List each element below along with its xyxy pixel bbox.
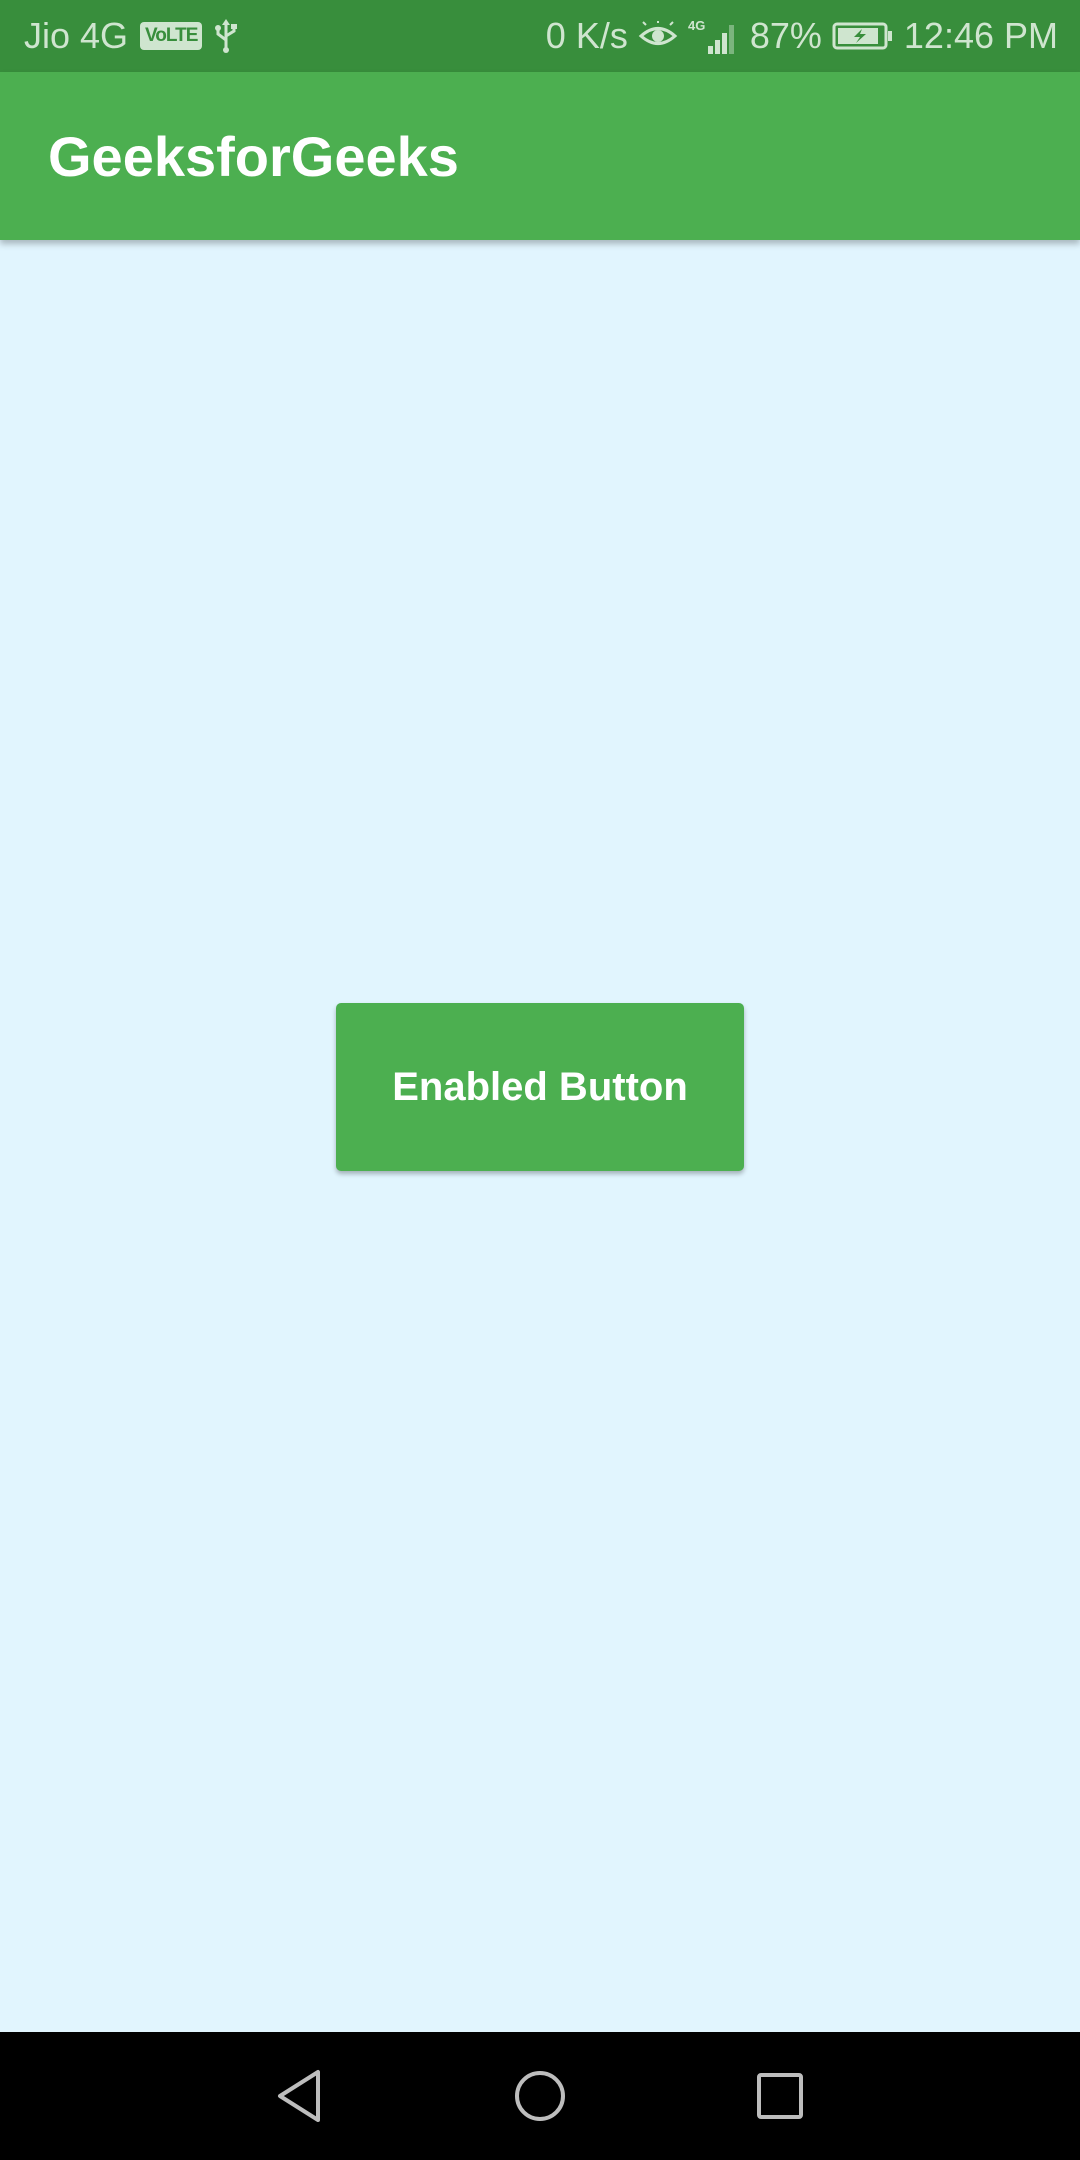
recents-icon[interactable]: [744, 2060, 816, 2132]
enabled-button[interactable]: Enabled Button: [336, 1003, 744, 1171]
navigation-bar: [0, 2032, 1080, 2160]
back-icon[interactable]: [264, 2060, 336, 2132]
clock-label: 12:46 PM: [903, 15, 1058, 56]
main-content: Enabled Button: [0, 240, 1080, 2032]
net-speed-label: 0 K/s: [545, 15, 628, 56]
volte-badge: VoLTE: [140, 22, 203, 50]
status-bar: Jio 4G VoLTE 0 K/s 4G 87% 12:46 PM: [0, 0, 1080, 72]
status-right: 0 K/s 4G 87% 12:46 PM: [546, 0, 1058, 72]
network-type-label: 4G: [688, 18, 705, 33]
signal-icon: 4G: [688, 16, 740, 56]
eye-icon: [638, 21, 678, 51]
home-icon[interactable]: [504, 2060, 576, 2132]
carrier-label: Jio 4G: [24, 15, 129, 56]
status-left: Jio 4G VoLTE: [24, 0, 240, 72]
app-bar: GeeksforGeeks: [0, 72, 1080, 240]
battery-charging-icon: [832, 21, 894, 51]
battery-percent: 87%: [749, 15, 822, 56]
usb-icon: [212, 18, 240, 54]
app-title: GeeksforGeeks: [48, 124, 459, 188]
